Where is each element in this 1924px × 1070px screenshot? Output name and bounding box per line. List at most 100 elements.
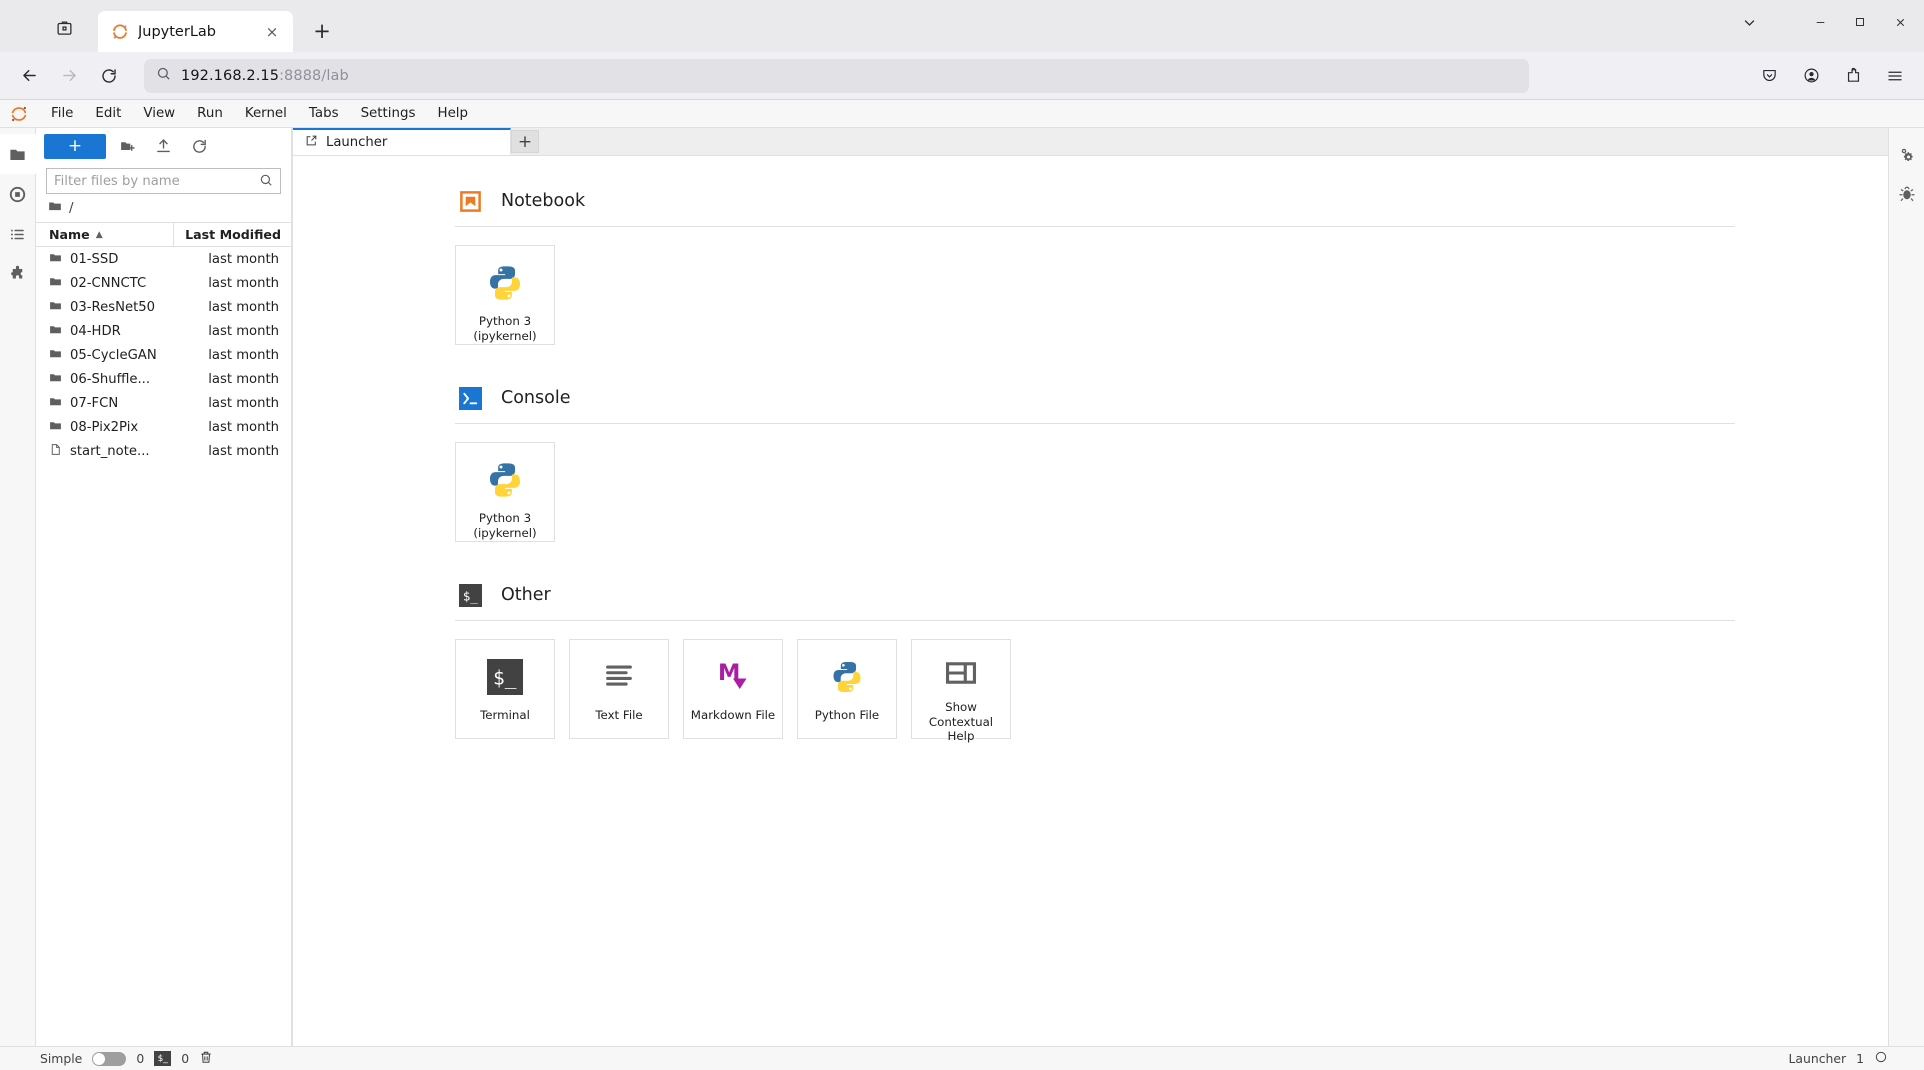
sidebar-item-property-inspector[interactable] bbox=[1889, 134, 1924, 174]
list-item[interactable]: start_note... last month bbox=[36, 439, 291, 463]
minimize-button[interactable] bbox=[1802, 6, 1838, 38]
trash-icon[interactable] bbox=[199, 1050, 213, 1067]
section-title: Console bbox=[501, 388, 571, 408]
launcher-card-label: Python 3 (ipykernel) bbox=[473, 511, 537, 540]
markdown-icon: M bbox=[712, 656, 754, 698]
tab-launcher[interactable]: Launcher bbox=[293, 128, 511, 155]
pocket-icon[interactable] bbox=[1750, 59, 1788, 93]
launcher-card-terminal[interactable]: $_ Terminal bbox=[455, 639, 555, 739]
menu-file[interactable]: File bbox=[40, 103, 84, 124]
browser-tab[interactable]: JupyterLab × bbox=[98, 11, 293, 52]
column-header-modified[interactable]: Last Modified bbox=[173, 223, 291, 246]
menu-tabs[interactable]: Tabs bbox=[298, 103, 350, 124]
menu-view[interactable]: View bbox=[132, 103, 186, 124]
forward-button[interactable] bbox=[50, 59, 88, 93]
list-item[interactable]: 04-HDR last month bbox=[36, 319, 291, 343]
sidebar-item-file-browser[interactable] bbox=[0, 134, 36, 174]
launcher-card-python3-console[interactable]: Python 3 (ipykernel) bbox=[455, 442, 555, 542]
launcher-card-contextual-help[interactable]: Show Contextual Help bbox=[911, 639, 1011, 743]
upload-icon[interactable] bbox=[148, 133, 178, 159]
url-path: :8888/lab bbox=[279, 67, 349, 84]
section-cards: $_ Terminal Text File M Markdown File Py… bbox=[455, 629, 1593, 765]
folder-icon bbox=[48, 199, 62, 217]
refresh-icon[interactable] bbox=[184, 133, 214, 159]
sidebar-item-extensions[interactable] bbox=[0, 254, 36, 294]
list-item[interactable]: 07-FCN last month bbox=[36, 391, 291, 415]
list-item[interactable]: 01-SSD last month bbox=[36, 247, 291, 271]
svg-text:$_: $_ bbox=[493, 667, 517, 690]
browser-navbar: 192.168.2.15:8888/lab bbox=[0, 52, 1924, 100]
account-icon[interactable] bbox=[1792, 59, 1830, 93]
jupyter-favicon bbox=[111, 23, 129, 41]
browser-tab-title: JupyterLab bbox=[138, 23, 216, 40]
launcher-icon bbox=[305, 134, 318, 151]
file-filter[interactable] bbox=[46, 168, 281, 194]
url-bar[interactable]: 192.168.2.15:8888/lab bbox=[144, 58, 1529, 93]
kernel-idle-icon[interactable] bbox=[1874, 1050, 1888, 1067]
file-modified: last month bbox=[208, 323, 279, 339]
column-header-name[interactable]: Name ▲ bbox=[36, 227, 173, 242]
terminal-icon: $_ bbox=[455, 580, 485, 610]
launcher-card-label: Python File bbox=[814, 708, 880, 722]
menu-run[interactable]: Run bbox=[186, 103, 234, 124]
folder-icon bbox=[49, 347, 62, 364]
folder-icon bbox=[49, 251, 62, 268]
launcher-card-python3-notebook[interactable]: Python 3 (ipykernel) bbox=[455, 245, 555, 345]
launcher-card-text-file[interactable]: Text File bbox=[569, 639, 669, 739]
breadcrumb[interactable]: / bbox=[36, 194, 291, 222]
list-item[interactable]: 05-CycleGAN last month bbox=[36, 343, 291, 367]
simple-mode-toggle[interactable] bbox=[92, 1051, 127, 1066]
close-window-button[interactable] bbox=[1882, 6, 1918, 38]
file-modified: last month bbox=[208, 299, 279, 315]
status-bar-left: Simple 0 $_ 0 bbox=[8, 1050, 213, 1067]
section-title: Other bbox=[501, 585, 551, 605]
tab-launcher-label: Launcher bbox=[326, 135, 388, 150]
folder-icon bbox=[49, 323, 62, 340]
menu-help[interactable]: Help bbox=[427, 103, 480, 124]
file-name: 06-Shuffle... bbox=[70, 371, 151, 387]
launcher-card-label: Show Contextual Help bbox=[928, 700, 994, 744]
menu-settings[interactable]: Settings bbox=[350, 103, 427, 124]
terminal-count[interactable]: 0 bbox=[181, 1051, 189, 1066]
jupyter-logo-icon bbox=[6, 102, 32, 126]
section-header: $_ Other bbox=[455, 580, 1735, 621]
back-button[interactable] bbox=[10, 59, 48, 93]
file-modified: last month bbox=[208, 347, 279, 363]
close-icon[interactable]: × bbox=[261, 21, 283, 43]
tab-list-button[interactable] bbox=[42, 8, 86, 48]
list-item[interactable]: 02-CNNCTC last month bbox=[36, 271, 291, 295]
extensions-icon[interactable] bbox=[1834, 59, 1872, 93]
kernel-count[interactable]: 0 bbox=[136, 1051, 144, 1066]
new-tab-button[interactable]: + bbox=[305, 14, 339, 48]
search-input[interactable] bbox=[54, 173, 253, 189]
url-text: 192.168.2.15:8888/lab bbox=[181, 68, 349, 84]
reload-button[interactable] bbox=[90, 59, 128, 93]
list-item[interactable]: 08-Pix2Pix last month bbox=[36, 415, 291, 439]
maximize-button[interactable] bbox=[1842, 6, 1878, 38]
new-folder-icon[interactable] bbox=[112, 133, 142, 159]
list-item[interactable]: 06-Shuffle... last month bbox=[36, 367, 291, 391]
main-area: Launcher + Notebook Python 3 (ipykernel)… bbox=[292, 128, 1888, 1046]
notebook-icon bbox=[455, 186, 485, 216]
sidebar-item-commands[interactable] bbox=[0, 214, 36, 254]
terminal-count-value: 0 bbox=[181, 1051, 190, 1066]
sidebar-item-running-sessions[interactable] bbox=[0, 174, 36, 214]
launcher-card-label: Markdown File bbox=[690, 708, 776, 722]
file-modified: last month bbox=[208, 395, 279, 411]
app-menu-icon[interactable] bbox=[1876, 59, 1914, 93]
browser-tabstrip: JupyterLab × + bbox=[0, 0, 1924, 52]
new-tab-button[interactable]: + bbox=[511, 130, 539, 153]
menu-kernel[interactable]: Kernel bbox=[234, 103, 298, 124]
text-file-icon bbox=[598, 656, 640, 698]
file-name: start_note... bbox=[70, 443, 150, 459]
launcher-card-python-file[interactable]: Python File bbox=[797, 639, 897, 739]
new-launcher-button[interactable]: + bbox=[44, 133, 106, 159]
menu-edit[interactable]: Edit bbox=[84, 103, 132, 124]
active-tab-count: 1 bbox=[1856, 1051, 1864, 1066]
file-modified: last month bbox=[208, 275, 279, 291]
list-item[interactable]: 03-ResNet50 last month bbox=[36, 295, 291, 319]
launcher-card-markdown-file[interactable]: M Markdown File bbox=[683, 639, 783, 739]
sidebar-item-debugger[interactable] bbox=[1889, 174, 1924, 214]
chevron-down-icon[interactable] bbox=[1726, 6, 1772, 38]
section-cards: Python 3 (ipykernel) bbox=[455, 235, 1593, 371]
